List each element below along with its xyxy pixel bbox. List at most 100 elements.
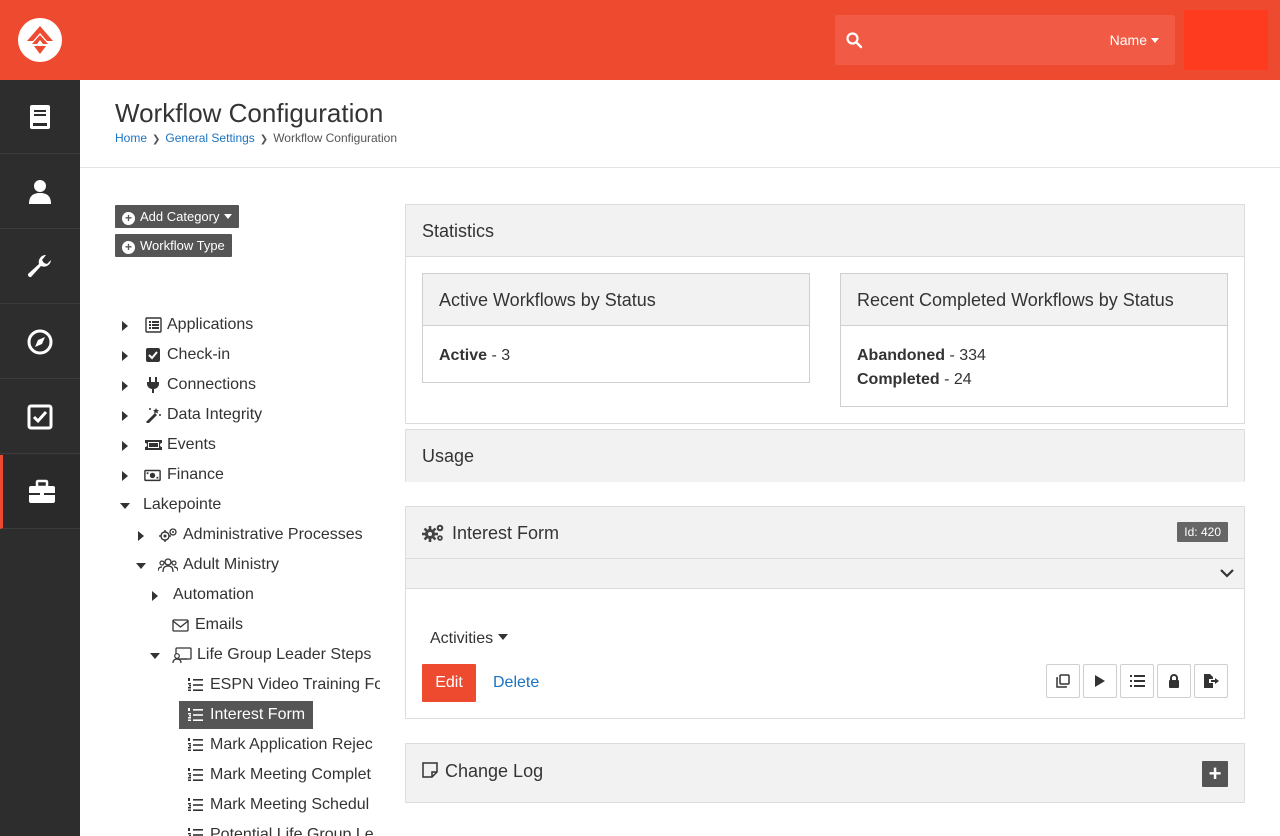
user-menu-button[interactable] (1184, 10, 1268, 70)
workflow-detail-header: Interest Form Id: 420 (406, 507, 1244, 559)
chevron-down-icon[interactable] (1220, 568, 1234, 578)
list-ol-icon (188, 708, 203, 721)
workflow-detail-panel: Interest Form Id: 420 Activities Edit De… (405, 506, 1245, 719)
play-icon (1095, 675, 1105, 687)
nav-item-tasks[interactable] (0, 380, 80, 454)
nav-item-book[interactable] (0, 80, 80, 154)
tree-item-data-integrity[interactable]: Data Integrity (115, 400, 380, 430)
tree-item-label: Connections (167, 376, 256, 393)
usage-panel-header[interactable]: Usage (406, 430, 1244, 482)
page-header: Workflow Configuration Home ❯ General Sett… (80, 80, 1280, 168)
tree-item-emails[interactable]: Emails (115, 610, 380, 640)
tree-item-label: Finance (167, 466, 224, 483)
tree-item-life-group-leader-steps[interactable]: Life Group Leader Steps (115, 640, 380, 670)
envelope-icon (172, 619, 189, 632)
status-count: - 24 (944, 371, 972, 388)
tree-item-finance[interactable]: Finance (115, 460, 380, 490)
activities-dropdown[interactable]: Activities (430, 630, 509, 648)
status-row: Completed - 24 (857, 368, 1211, 392)
list-ol-icon (188, 828, 203, 836)
add-workflow-type-button[interactable]: + Workflow Type (115, 234, 232, 257)
tree-item-label: Mark Meeting Schedul (210, 796, 370, 813)
workflow-title: Interest Form (452, 523, 560, 543)
status-row: Active - 3 (439, 344, 793, 368)
caret-right-icon[interactable] (122, 411, 128, 421)
caret-down-icon[interactable] (150, 653, 160, 659)
status-row: Abandoned - 334 (857, 344, 1211, 368)
caret-right-icon[interactable] (138, 531, 144, 541)
manage-button[interactable] (1120, 664, 1154, 698)
caret-right-icon[interactable] (122, 321, 128, 331)
tree-item-label: Potential Life Group Le (210, 826, 374, 836)
tree-item-events[interactable]: Events (115, 430, 380, 460)
caret-right-icon[interactable] (122, 471, 128, 481)
cogs-icon (422, 524, 444, 542)
nav-item-people[interactable] (0, 155, 80, 229)
caret-right-icon[interactable] (122, 381, 128, 391)
chevron-right-icon: ❯ (259, 134, 269, 145)
tree-item-applications[interactable]: Applications (115, 310, 380, 340)
tree-item-label: ESPN Video Training Fo (210, 676, 380, 693)
list-ol-icon (188, 678, 203, 691)
add-category-button[interactable]: + Add Category (115, 205, 239, 228)
tree-item-mark-meeting-scheduled[interactable]: Mark Meeting Schedul (115, 790, 380, 820)
breadcrumb-general-settings[interactable]: General Settings (165, 131, 254, 145)
list-ol-icon (188, 798, 203, 811)
plus-circle-icon: + (122, 212, 135, 225)
statistics-panel-header[interactable]: Statistics (406, 205, 1244, 257)
tree-item-label: Data Integrity (167, 406, 263, 423)
delete-button[interactable]: Delete (493, 664, 539, 702)
change-log-panel: Change Log + (405, 743, 1245, 803)
search-bar[interactable]: Name (835, 15, 1175, 65)
tree-item-connections[interactable]: Connections (115, 370, 380, 400)
plus-icon: + (1208, 761, 1222, 786)
change-log-title: Change Log (445, 761, 544, 781)
breadcrumb-home[interactable]: Home (115, 131, 147, 145)
tree-item-label: Administrative Processes (183, 526, 363, 543)
caret-down-icon (1151, 38, 1159, 43)
copy-button[interactable] (1046, 664, 1080, 698)
rock-logo-icon[interactable] (18, 18, 62, 62)
export-button[interactable] (1194, 664, 1228, 698)
nav-item-tools[interactable] (0, 230, 80, 304)
caret-right-icon[interactable] (152, 591, 158, 601)
export-icon (1204, 674, 1219, 688)
active-workflows-panel: Active Workflows by Status Active - 3 (422, 273, 810, 383)
statistics-panel: Statistics Active Workflows by Status Ac… (405, 204, 1245, 424)
copy-icon (1056, 674, 1070, 688)
tree-item-mark-meeting-completed[interactable]: Mark Meeting Complet (115, 760, 380, 790)
list-ol-icon (188, 738, 203, 751)
add-category-label: Add Category (140, 209, 220, 224)
id-badge: Id: 420 (1177, 522, 1228, 542)
caret-down-icon[interactable] (136, 563, 146, 569)
completed-workflows-title: Recent Completed Workflows by Status (857, 290, 1174, 310)
security-button[interactable] (1157, 664, 1191, 698)
search-filter-dropdown[interactable]: Name (1110, 32, 1159, 48)
tree-item-lakepointe[interactable]: Lakepointe (115, 490, 380, 520)
category-tree: Applications Check-in Connections Data I… (115, 310, 380, 836)
users-icon (158, 558, 178, 573)
tree-item-espn-video-training[interactable]: ESPN Video Training Fo (115, 670, 380, 700)
edit-button[interactable]: Edit (422, 664, 476, 702)
add-change-log-button[interactable]: + (1202, 761, 1228, 787)
caret-right-icon[interactable] (122, 351, 128, 361)
tree-item-administrative-processes[interactable]: Administrative Processes (115, 520, 380, 550)
tree-item-automation[interactable]: Automation (115, 580, 380, 610)
change-log-header[interactable]: Change Log + (406, 744, 1244, 802)
details-toggle-bar[interactable] (406, 559, 1244, 589)
usage-panel[interactable]: Usage (405, 429, 1245, 482)
tree-item-label: Interest Form (210, 706, 306, 723)
list-icon (1129, 675, 1145, 687)
tree-item-interest-form[interactable]: Interest Form (115, 700, 380, 730)
tree-item-adult-ministry[interactable]: Adult Ministry (115, 550, 380, 580)
nav-item-compass[interactable] (0, 305, 80, 379)
caret-down-icon[interactable] (120, 503, 130, 509)
tree-item-check-in[interactable]: Check-in (115, 340, 380, 370)
nav-item-admin[interactable] (0, 455, 80, 529)
caret-right-icon[interactable] (122, 441, 128, 451)
launch-button[interactable] (1083, 664, 1117, 698)
page-title: Workflow Configuration (115, 98, 384, 128)
tree-item-mark-application-rejected[interactable]: Mark Application Rejec (115, 730, 380, 760)
top-bar: Name (0, 0, 1280, 80)
tree-item-potential-life-group-leader[interactable]: Potential Life Group Le (115, 820, 380, 836)
